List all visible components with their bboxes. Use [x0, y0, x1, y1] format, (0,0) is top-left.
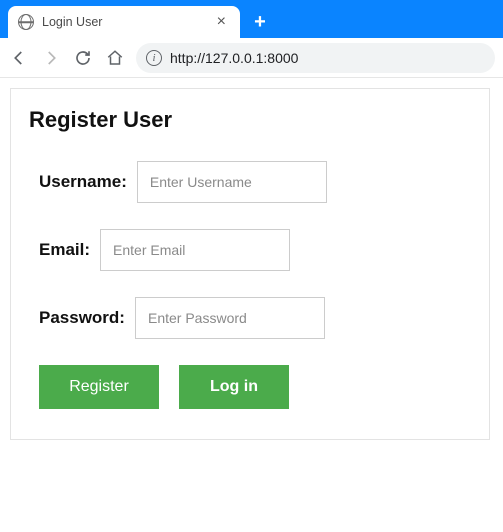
- login-button[interactable]: Log in: [179, 365, 289, 409]
- close-tab-icon[interactable]: ×: [213, 13, 230, 31]
- username-label: Username:: [39, 172, 127, 192]
- page-title: Register User: [29, 107, 471, 133]
- tab-title: Login User: [42, 15, 213, 29]
- forward-button[interactable]: [40, 47, 62, 69]
- page-viewport: Register User Username: Email: Password:…: [0, 78, 503, 450]
- password-input[interactable]: [135, 297, 325, 339]
- reload-button[interactable]: [72, 47, 94, 69]
- new-tab-button[interactable]: +: [246, 8, 274, 36]
- register-card: Register User Username: Email: Password:…: [10, 88, 490, 440]
- password-label: Password:: [39, 308, 125, 328]
- site-info-icon[interactable]: i: [146, 50, 162, 66]
- username-input[interactable]: [137, 161, 327, 203]
- browser-toolbar: i http://127.0.0.1:8000: [0, 38, 503, 78]
- browser-tab-strip: Login User × +: [0, 0, 503, 38]
- back-button[interactable]: [8, 47, 30, 69]
- email-input[interactable]: [100, 229, 290, 271]
- email-row: Email:: [39, 229, 471, 271]
- password-row: Password:: [39, 297, 471, 339]
- browser-tab[interactable]: Login User ×: [8, 6, 240, 38]
- home-button[interactable]: [104, 47, 126, 69]
- email-label: Email:: [39, 240, 90, 260]
- button-row: Register Log in: [39, 365, 471, 409]
- username-row: Username:: [39, 161, 471, 203]
- globe-icon: [18, 14, 34, 30]
- url-text: http://127.0.0.1:8000: [170, 50, 485, 66]
- address-bar[interactable]: i http://127.0.0.1:8000: [136, 43, 495, 73]
- register-button[interactable]: Register: [39, 365, 159, 409]
